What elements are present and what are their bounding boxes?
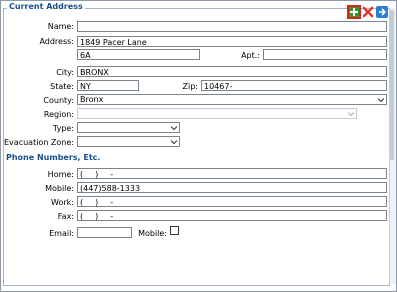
state-field[interactable]: NY [77,80,139,91]
phone-numbers-heading: Phone Numbers, Etc. [6,153,101,162]
chevron-down-icon [378,98,384,103]
home-phone-field[interactable]: (___)___-____ [77,168,387,179]
apt-field[interactable] [263,49,387,60]
evacuation-zone-label: Evacuation Zone: [4,138,74,147]
zip-label: Zip: [182,82,198,91]
type-select[interactable] [77,122,180,133]
mobile-checkbox-label: Mobile: [138,229,167,238]
city-label: City: [56,68,74,77]
address-line1-field[interactable]: 1849 Pacer Lane [77,36,387,47]
type-label: Type: [52,124,74,133]
fax-label: Fax: [57,212,74,221]
chevron-down-icon [171,140,177,145]
county-value: Bronx [80,95,104,104]
fax-field[interactable]: (___)___-____ [77,210,387,221]
chevron-down-icon [348,112,354,117]
region-label: Region: [43,110,74,119]
mobile-phone-label: Mobile: [45,184,74,193]
evacuation-zone-select[interactable] [77,136,180,147]
add-icon [350,8,358,16]
mobile-phone-field[interactable]: (447)588-1333 [77,182,387,193]
state-label: State: [50,82,74,91]
home-phone-label: Home: [47,170,74,179]
forward-button[interactable] [376,6,388,18]
region-select[interactable] [77,108,357,119]
zip-field[interactable]: 10467-____ [201,80,387,91]
address-label: Address: [39,37,74,46]
scrollbar-thumb[interactable] [390,10,394,160]
email-field[interactable] [77,227,132,238]
add-button[interactable] [347,5,361,19]
chevron-down-icon [171,126,177,131]
delete-button[interactable] [362,6,374,18]
city-field[interactable]: BRONX [77,66,387,77]
work-phone-label: Work: [51,198,74,207]
mobile-checkbox[interactable] [170,226,179,235]
apt-label: Apt.: [241,51,260,60]
county-select[interactable]: Bronx [77,94,387,105]
address-line2-field[interactable]: 6A [77,49,200,60]
email-label: Email: [49,229,74,238]
work-phone-field[interactable]: (___)___-____ [77,196,387,207]
current-address-legend: Current Address [7,2,85,11]
delete-icon [362,6,374,18]
county-label: County: [43,96,74,105]
forward-icon [379,8,387,16]
name-label: Name: [47,22,74,31]
name-field[interactable] [77,21,387,32]
